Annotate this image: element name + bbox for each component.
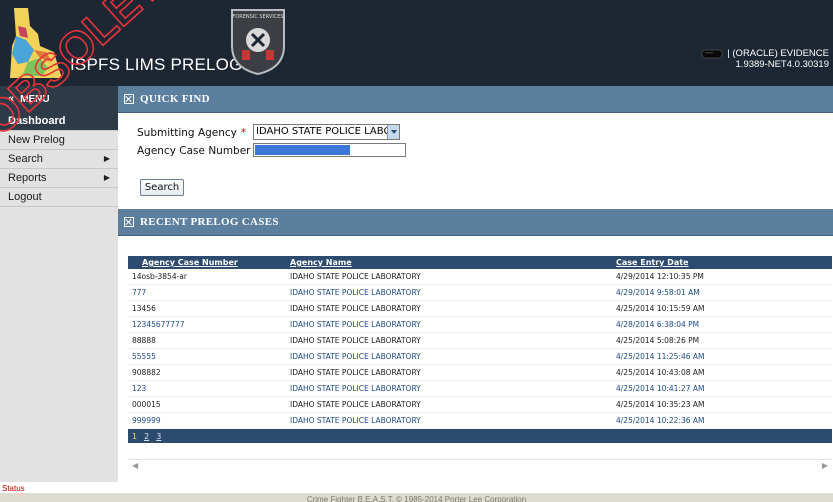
table-row[interactable]: 12345677777 IDAHO STATE POLICE LABORATORY… — [128, 317, 832, 333]
agency-case-number-input[interactable] — [253, 143, 406, 157]
page-link-3[interactable]: 3 — [156, 432, 161, 441]
submitting-agency-select[interactable]: IDAHO STATE POLICE LABC — [253, 124, 400, 140]
sidebar-item-label: Reports — [8, 172, 47, 184]
database-server-icon — [701, 49, 723, 58]
table-row[interactable]: 908882 IDAHO STATE POLICE LABORATORY 4/25/… — [128, 365, 832, 381]
cell-entry-date: 4/29/2014 12:10:35 PM — [616, 272, 704, 281]
cell-agency-name[interactable]: IDAHO STATE POLICE LABORATORY — [286, 416, 602, 425]
search-button[interactable]: Search — [140, 179, 184, 196]
table-body: 14osb-3854-ar IDAHO STATE POLICE LABORATO… — [128, 269, 832, 429]
table-row[interactable]: 777 IDAHO STATE POLICE LABORATORY 4/29/201… — [128, 285, 832, 301]
dropdown-arrow-icon[interactable] — [387, 125, 399, 139]
horizontal-scrollbar[interactable]: ◀ ▶ — [128, 459, 832, 471]
connection-info: | (ORACLE) EVIDENCE 1.9389-NET4.0.30319 — [701, 48, 829, 70]
sidebar-item-label: Search — [8, 153, 43, 165]
app-title: ISPFS LIMS PRELOG — [70, 55, 243, 74]
table-row[interactable]: 88888 IDAHO STATE POLICE LABORATORY 4/25/2… — [128, 333, 832, 349]
column-header-entry-date[interactable]: Case Entry Date — [602, 258, 832, 267]
cell-entry-date: 4/25/2014 10:43:08 AM — [616, 368, 705, 377]
table-row[interactable]: 55555 IDAHO STATE POLICE LABORATORY 4/25/2… — [128, 349, 832, 365]
cell-case-number[interactable]: 123 — [128, 384, 286, 393]
cell-agency-name[interactable]: IDAHO STATE POLICE LABORATORY — [286, 352, 602, 361]
cell-entry-date: 4/25/2014 10:15:59 AM — [616, 304, 705, 313]
cell-entry-date[interactable]: 4/29/2014 9:58:01 AM — [602, 288, 832, 297]
cell-case-number[interactable]: 999999 — [128, 416, 286, 425]
page-link-2[interactable]: 2 — [144, 432, 149, 441]
sidebar-item-new-prelog[interactable]: New Prelog — [0, 131, 118, 150]
recent-prelog-title: RECENT PRELOG CASES — [140, 216, 279, 228]
cell-case-number[interactable]: 12345677777 — [128, 320, 286, 329]
quick-find-panel: Submitting Agency * IDAHO STATE POLICE LA… — [118, 113, 833, 209]
submitting-agency-label: Submitting Agency * — [137, 127, 247, 139]
page-link-1[interactable]: 1 — [132, 432, 137, 441]
cell-case-number: 908882 — [132, 368, 161, 377]
agency-case-number-label: Agency Case Number* — [137, 145, 260, 157]
cell-entry-date[interactable]: 4/25/2014 10:41:27 AM — [602, 384, 832, 393]
scroll-right-arrow-icon[interactable]: ▶ — [822, 461, 828, 470]
table-row[interactable]: 000015 IDAHO STATE POLICE LABORATORY 4/25/… — [128, 397, 832, 413]
app-window: ISPFS LIMS PRELOG FORENSIC SERVICES | (O… — [0, 0, 833, 502]
idaho-map-logo — [10, 8, 62, 78]
cell-entry-date: 4/25/2014 5:08:26 PM — [616, 336, 700, 345]
submitting-agency-value: IDAHO STATE POLICE LABC — [256, 126, 391, 137]
sidebar-item-label: Dashboard — [8, 115, 66, 127]
sidebar-item-search[interactable]: Search ▶ — [0, 150, 118, 169]
cell-entry-date[interactable]: 4/28/2014 6:38:04 PM — [602, 320, 832, 329]
sidebar-nav: Dashboard New Prelog Search ▶ Reports ▶ Lo… — [0, 112, 118, 482]
recent-cases-table: Agency Case Number Agency Name Case Entr… — [128, 256, 832, 443]
required-marker: * — [240, 127, 247, 139]
cell-entry-date[interactable]: 4/25/2014 10:22:36 AM — [602, 416, 832, 425]
table-header: Agency Case Number Agency Name Case Entr… — [128, 256, 832, 269]
collapse-box-icon[interactable] — [124, 217, 134, 227]
cell-case-number: 000015 — [132, 400, 161, 409]
column-header-case-number[interactable]: Agency Case Number — [128, 258, 286, 267]
recent-prelog-header: RECENT PRELOG CASES — [118, 209, 833, 236]
table-row[interactable]: 123 IDAHO STATE POLICE LABORATORY 4/25/201… — [128, 381, 832, 397]
cell-agency-name: IDAHO STATE POLICE LABORATORY — [290, 400, 421, 409]
table-row[interactable]: 999999 IDAHO STATE POLICE LABORATORY 4/25/… — [128, 413, 832, 429]
cell-entry-date: 4/25/2014 10:35:23 AM — [616, 400, 705, 409]
submenu-arrow-icon: ▶ — [103, 154, 110, 163]
menu-header[interactable]: « MENU — [0, 86, 118, 112]
status-label: Status — [2, 484, 25, 493]
collapse-chevron-icon[interactable]: « — [8, 93, 14, 105]
collapse-box-icon[interactable] — [124, 94, 134, 104]
cell-agency-name[interactable]: IDAHO STATE POLICE LABORATORY — [286, 320, 602, 329]
forensic-services-badge-logo: FORENSIC SERVICES — [231, 9, 285, 76]
menu-title: MENU — [20, 93, 50, 105]
cell-case-number[interactable]: 55555 — [128, 352, 286, 361]
quick-find-header: QUICK FIND — [118, 86, 833, 113]
cell-agency-name[interactable]: IDAHO STATE POLICE LABORATORY — [286, 384, 602, 393]
sidebar-item-label: New Prelog — [8, 134, 65, 146]
cell-agency-name: IDAHO STATE POLICE LABORATORY — [290, 368, 421, 377]
cell-case-number: 14osb-3854-ar — [132, 272, 187, 281]
scroll-left-arrow-icon[interactable]: ◀ — [132, 461, 138, 470]
text-selection-highlight — [255, 145, 350, 155]
cell-entry-date[interactable]: 4/25/2014 11:25:46 AM — [602, 352, 832, 361]
cell-agency-name: IDAHO STATE POLICE LABORATORY — [290, 336, 421, 345]
version-text: 1.9389-NET4.0.30319 — [735, 59, 829, 70]
table-row[interactable]: 14osb-3854-ar IDAHO STATE POLICE LABORATO… — [128, 269, 832, 285]
table-row[interactable]: 13456 IDAHO STATE POLICE LABORATORY 4/25/2… — [128, 301, 832, 317]
database-label: | (ORACLE) EVIDENCE — [727, 48, 829, 59]
column-header-agency-name[interactable]: Agency Name — [286, 258, 602, 267]
table-pager: 1 2 3 — [128, 429, 832, 443]
app-header: ISPFS LIMS PRELOG FORENSIC SERVICES | (O… — [0, 0, 833, 86]
badge-text: FORENSIC SERVICES — [232, 14, 283, 20]
sidebar-item-logout[interactable]: Logout — [0, 188, 118, 207]
sidebar-item-reports[interactable]: Reports ▶ — [0, 169, 118, 188]
cell-agency-name[interactable]: IDAHO STATE POLICE LABORATORY — [286, 288, 602, 297]
cell-case-number: 88888 — [132, 336, 156, 345]
submenu-arrow-icon: ▶ — [103, 173, 110, 182]
sidebar-item-label: Logout — [8, 191, 42, 203]
cell-agency-name: IDAHO STATE POLICE LABORATORY — [290, 304, 421, 313]
cell-case-number: 13456 — [132, 304, 156, 313]
sidebar-item-dashboard[interactable]: Dashboard — [0, 112, 118, 131]
cell-case-number[interactable]: 777 — [128, 288, 286, 297]
footer-copyright: Crime Fighter B.E.A.S.T. © 1985-2014 Por… — [0, 493, 833, 502]
quick-find-title: QUICK FIND — [140, 93, 210, 105]
cell-agency-name: IDAHO STATE POLICE LABORATORY — [290, 272, 421, 281]
